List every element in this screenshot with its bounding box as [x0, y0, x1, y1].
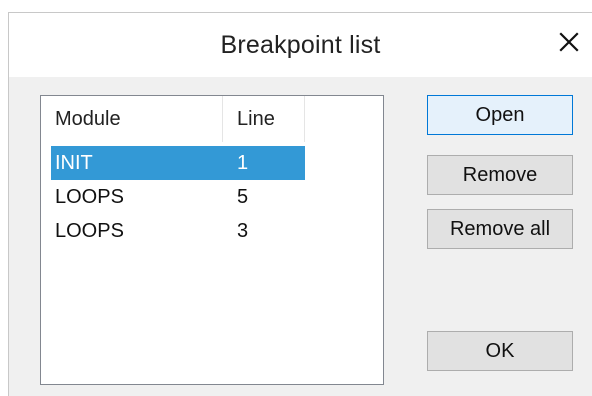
line-cell: 3: [237, 220, 249, 242]
column-header-line[interactable]: Line: [223, 96, 305, 142]
module-cell: LOOPS: [55, 186, 124, 208]
breakpoint-dialog: Breakpoint list Module Line INIT 1 LOOPS…: [8, 12, 592, 396]
line-cell: 5: [237, 186, 249, 208]
table-row[interactable]: INIT 1: [51, 146, 305, 180]
column-header-module[interactable]: Module: [41, 96, 223, 142]
remove-button[interactable]: Remove: [427, 155, 573, 195]
list-header: Module Line: [41, 96, 305, 147]
title-bar: Breakpoint list: [9, 13, 592, 77]
breakpoint-listview[interactable]: Module Line INIT 1 LOOPS 5 LOOPS 3: [40, 95, 384, 385]
line-cell: 1: [237, 152, 249, 174]
ok-button[interactable]: OK: [427, 331, 573, 371]
table-row[interactable]: LOOPS 5: [51, 180, 305, 214]
table-row[interactable]: LOOPS 3: [51, 214, 305, 248]
close-icon: [559, 32, 579, 52]
open-button[interactable]: Open: [427, 95, 573, 135]
module-cell: LOOPS: [55, 220, 124, 242]
module-cell: INIT: [55, 152, 93, 174]
dialog-title: Breakpoint list: [220, 31, 381, 59]
list-rows: INIT 1 LOOPS 5 LOOPS 3: [51, 146, 305, 248]
remove-all-button[interactable]: Remove all: [427, 209, 573, 249]
close-button[interactable]: [554, 27, 584, 57]
